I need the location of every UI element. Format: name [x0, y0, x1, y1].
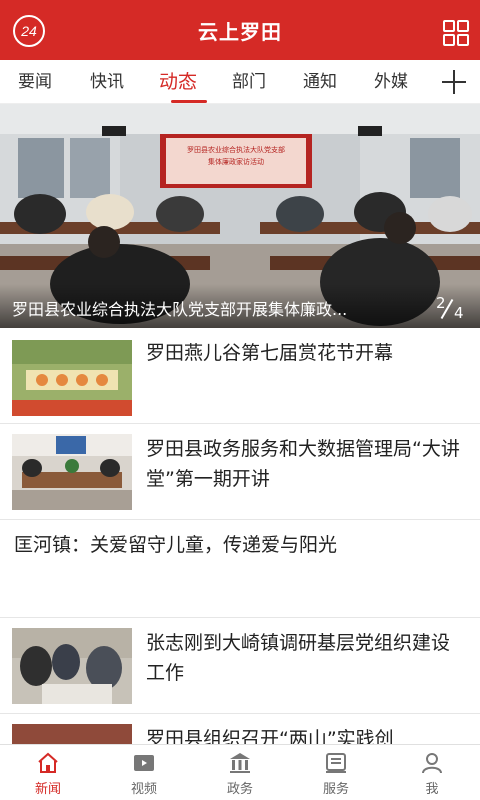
nav-label: 新闻	[34, 782, 61, 797]
government-icon	[230, 753, 250, 773]
category-tabs: 要闻 快讯 动态 部门 通知 外媒	[0, 60, 480, 104]
active-tab-indicator	[171, 100, 207, 103]
news-thumbnail	[12, 340, 132, 416]
news-title[interactable]: 罗田燕儿谷第七届赏花节开幕	[146, 338, 468, 368]
news-title[interactable]: 匡河镇：关爱留守儿童，传递爱与阳光	[14, 530, 468, 560]
tab-waimei[interactable]: 外媒	[366, 60, 416, 104]
tab-tongzhi[interactable]: 通知	[295, 60, 345, 104]
banner-total-count: 4	[454, 304, 464, 322]
app-root: 24 云上罗田 要闻 快讯 动态 部门 通知 外媒 罗田县农业综合执法大队党支部…	[0, 0, 480, 800]
app-title: 云上罗田	[198, 19, 282, 44]
svg-text:24: 24	[20, 23, 37, 39]
news-title[interactable]: 张志刚到大崎镇调研基层党组织建设工作	[146, 628, 468, 688]
nav-label: 服务	[322, 782, 349, 797]
tab-yaowen[interactable]: 要闻	[10, 60, 60, 104]
video-icon	[134, 755, 154, 771]
service-icon	[326, 753, 346, 773]
bottom-navigation: 新闻 视频 政务 服务 我	[0, 744, 480, 800]
news-title[interactable]: 罗田县组织召开“两山”实践创	[146, 724, 468, 744]
home-icon	[38, 752, 58, 773]
news-thumbnail	[12, 434, 132, 510]
nav-label: 视频	[130, 782, 157, 797]
nav-news[interactable]: 新闻	[0, 745, 96, 800]
tab-dongtai[interactable]: 动态	[150, 60, 206, 104]
news-item[interactable]: 罗田燕儿谷第七届赏花节开幕	[0, 328, 480, 424]
news-item[interactable]: 罗田县组织召开“两山”实践创	[0, 714, 480, 744]
news-title[interactable]: 罗田县政务服务和大数据管理局“大讲堂”第一期开讲	[146, 434, 468, 494]
profile-icon	[422, 753, 442, 774]
nav-label: 我	[425, 782, 439, 797]
nav-video[interactable]: 视频	[96, 745, 192, 800]
tab-kuaixun[interactable]: 快讯	[82, 60, 132, 104]
news-item[interactable]: 匡河镇：关爱留守儿童，传递爱与阳光	[0, 520, 480, 618]
svg-text:集体廉政家访活动: 集体廉政家访活动	[208, 157, 264, 166]
news-thumbnail	[12, 724, 132, 744]
grid-menu-icon[interactable]	[442, 19, 470, 47]
nav-service[interactable]: 服务	[288, 745, 384, 800]
news-thumbnail	[12, 628, 132, 704]
nav-profile[interactable]: 我	[384, 745, 480, 800]
banner-caption[interactable]: 罗田县农业综合执法大队党支部开展集体廉政...	[12, 296, 422, 320]
app-header: 24 云上罗田	[0, 0, 480, 60]
add-channel-icon[interactable]	[440, 68, 468, 96]
app-logo-icon: 24	[13, 15, 45, 47]
tab-bumen[interactable]: 部门	[224, 60, 274, 104]
nav-government[interactable]: 政务	[192, 745, 288, 800]
news-item[interactable]: 张志刚到大崎镇调研基层党组织建设工作	[0, 618, 480, 714]
news-item[interactable]: 罗田县政务服务和大数据管理局“大讲堂”第一期开讲	[0, 424, 480, 520]
svg-text:罗田县农业综合执法大队党支部: 罗田县农业综合执法大队党支部	[187, 145, 285, 154]
banner-page-indicator: 2 4	[432, 294, 472, 324]
nav-label: 政务	[226, 782, 253, 797]
